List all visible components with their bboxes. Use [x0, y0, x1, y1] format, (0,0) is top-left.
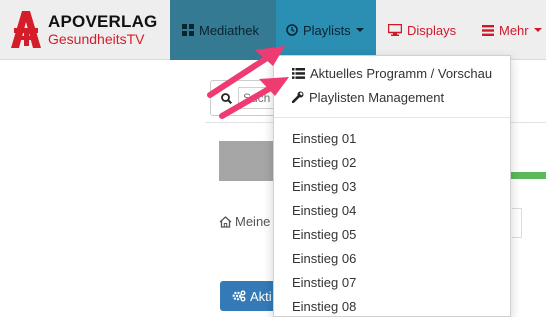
menu-item-einstieg-05[interactable]: Einstieg 05 — [274, 223, 510, 245]
menu-item-label: Einstieg 02 — [292, 154, 357, 170]
menu-item-einstieg-04[interactable]: Einstieg 04 — [274, 199, 510, 221]
wrench-icon — [292, 91, 304, 103]
search-icon — [221, 92, 232, 104]
breadcrumb[interactable]: Meine — [219, 214, 270, 229]
nav-mediathek-label: Mediathek — [199, 22, 259, 38]
top-navbar: APOVERLAG GesundheitsTV Mediathek Playli… — [0, 0, 546, 60]
nav-playlists-label: Playlists — [303, 22, 351, 38]
brand-title: APOVERLAG — [48, 12, 158, 31]
apotheke-a-logo-icon — [11, 11, 41, 48]
cogs-icon — [232, 290, 246, 302]
menu-item-label: Einstieg 07 — [292, 274, 357, 290]
hamburger-menu-icon — [482, 24, 494, 36]
menu-item-label: Playlisten Management — [309, 89, 445, 105]
list-icon — [292, 67, 305, 79]
progress-bar — [510, 172, 546, 179]
nav-displays[interactable]: Displays — [380, 0, 456, 60]
breadcrumb-label: Meine — [235, 214, 271, 229]
menu-item-einstieg-08[interactable]: Einstieg 08 — [274, 295, 510, 317]
menu-item-aktuelles-programm[interactable]: Aktuelles Programm / Vorschau — [274, 62, 510, 84]
menu-item-einstieg-03[interactable]: Einstieg 03 — [274, 175, 510, 197]
nav-playlists[interactable]: Playlists — [276, 0, 376, 60]
brand-subtitle: GesundheitsTV — [48, 31, 145, 47]
content-panel — [219, 141, 277, 181]
menu-divider — [274, 117, 510, 118]
menu-item-einstieg-02[interactable]: Einstieg 02 — [274, 151, 510, 173]
clock-icon — [286, 24, 298, 36]
playlists-dropdown-menu: Aktuelles Programm / Vorschau Playlisten… — [273, 55, 511, 317]
grid-icon — [182, 24, 194, 36]
menu-item-einstieg-01[interactable]: Einstieg 01 — [274, 127, 510, 149]
action-button[interactable]: Akti — [220, 281, 280, 311]
nav-mehr[interactable]: Mehr — [474, 0, 542, 60]
home-icon — [219, 215, 232, 228]
menu-item-label: Aktuelles Programm / Vorschau — [310, 65, 493, 81]
menu-item-label: Einstieg 08 — [292, 298, 357, 314]
menu-item-label: Einstieg 01 — [292, 130, 357, 146]
menu-item-label: Einstieg 03 — [292, 178, 357, 194]
menu-item-label: Einstieg 05 — [292, 226, 357, 242]
nav-mediathek[interactable]: Mediathek — [170, 0, 276, 60]
menu-item-playlisten-management[interactable]: Playlisten Management — [274, 86, 510, 108]
brand-logo[interactable]: APOVERLAG GesundheitsTV — [8, 8, 168, 52]
monitor-icon — [388, 24, 402, 36]
action-button-label: Akti — [250, 288, 272, 304]
content-box — [512, 208, 522, 238]
nav-mehr-label: Mehr — [499, 22, 529, 38]
menu-item-label: Einstieg 04 — [292, 202, 357, 218]
menu-item-einstieg-06[interactable]: Einstieg 06 — [274, 247, 510, 269]
menu-item-label: Einstieg 06 — [292, 250, 357, 266]
caret-down-icon — [355, 28, 364, 32]
caret-down-icon — [533, 28, 542, 32]
menu-item-einstieg-07[interactable]: Einstieg 07 — [274, 271, 510, 293]
nav-displays-label: Displays — [407, 22, 457, 38]
